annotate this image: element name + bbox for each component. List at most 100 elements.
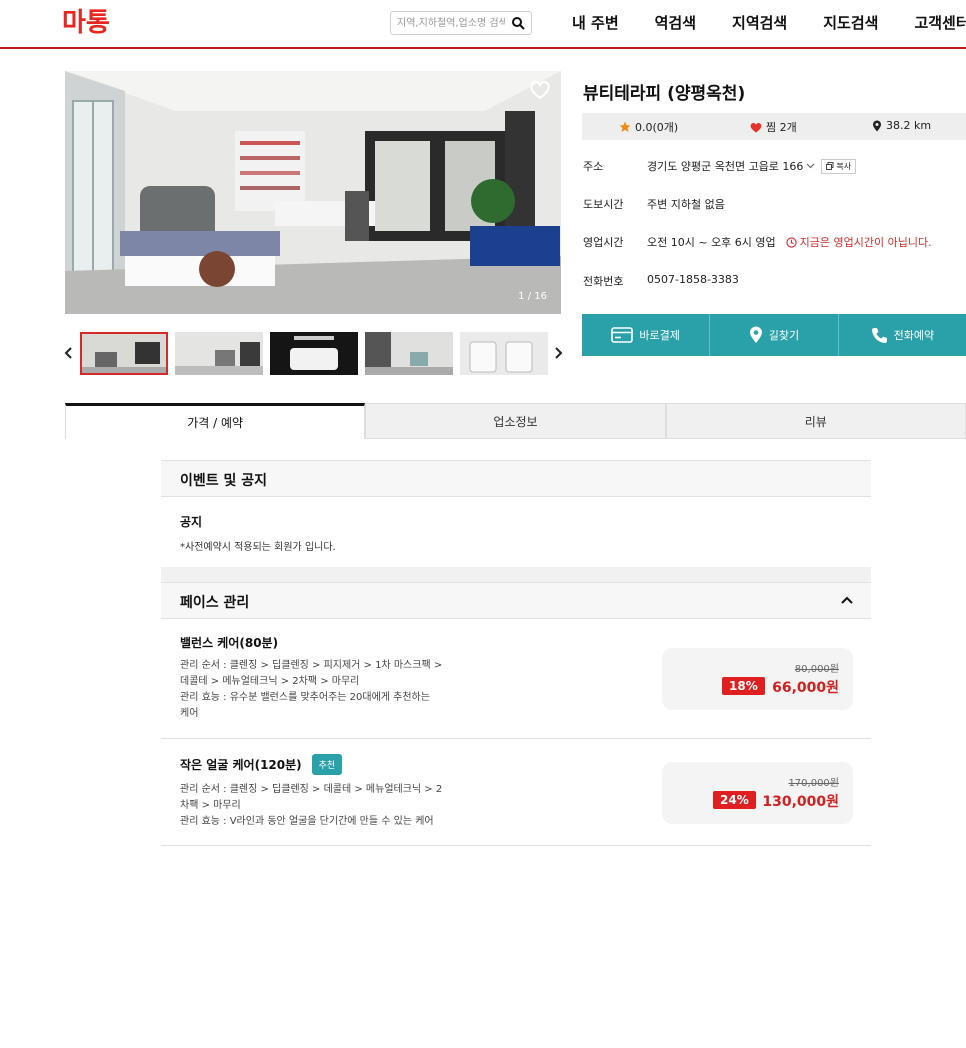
- hours-row: 영업시간 오전 10시 ~ 오후 6시 영업 지금은 영업시간이 아닙니다.: [583, 234, 966, 254]
- recommend-badge: 추천: [311, 754, 343, 775]
- service-desc-1-line-2: 데콜테 > 메뉴얼테크닉 > 2차팩 > 마무리: [180, 676, 360, 687]
- hours-label: 영업시간: [583, 236, 624, 249]
- copy-address-button[interactable]: 복사: [821, 158, 857, 174]
- section-spacer: [161, 567, 871, 583]
- item-divider: [161, 738, 871, 739]
- star-icon: [619, 121, 631, 132]
- service-desc-1-line-4: 케어: [180, 708, 199, 719]
- detail-tabs: 가격 / 예약 업소정보 리뷰: [65, 403, 966, 439]
- tab-price-reservation[interactable]: 가격 / 예약: [65, 403, 366, 439]
- nav-region-search[interactable]: 지역검색: [732, 12, 787, 33]
- next-arrow-icon[interactable]: [553, 347, 563, 359]
- final-price-1: 66,000원: [772, 680, 839, 696]
- directions-label: 길찾기: [768, 329, 800, 342]
- service-name-1: 밸런스 케어(80분): [180, 634, 278, 651]
- walk-row: 도보시간 주변 지하철 없음: [583, 196, 966, 216]
- thumbnail-5[interactable]: [460, 332, 548, 375]
- hours-value-wrap: 오전 10시 ~ 오후 6시 영업 지금은 영업시간이 아닙니다.: [647, 234, 932, 250]
- service-desc-1-line-3: 관리 효능 : 유수분 밸런스를 맞추어주는 20대에게 추천하는: [180, 692, 430, 703]
- search-icon[interactable]: [511, 16, 525, 30]
- rating-value: 0.0(0개): [635, 121, 679, 134]
- matong-logo[interactable]: 마통: [62, 6, 120, 38]
- service-desc-1-line-1: 관리 순서 : 클렌징 > 딥클렌징 > 피지제거 > 1차 마스크팩 >: [180, 660, 443, 671]
- tab-reviews[interactable]: 리뷰: [665, 403, 966, 439]
- notice-section-header: 이벤트 및 공지: [161, 460, 871, 497]
- phone-reserve-button[interactable]: 전화예약: [838, 314, 966, 356]
- favorite-heart-icon[interactable]: [529, 79, 551, 101]
- search-input[interactable]: [397, 15, 505, 31]
- location-pin-icon: [873, 120, 881, 131]
- bottom-divider: [161, 845, 871, 846]
- main-nav: 내 주변 역검색 지역검색 지도검색 고객센터: [572, 12, 966, 33]
- walk-label: 도보시간: [583, 198, 624, 211]
- heart-icon: [750, 122, 762, 132]
- shop-stats-bar: 0.0(0개) 찜 2개 38.2 km: [582, 113, 966, 140]
- phone-icon: [871, 327, 887, 343]
- thumbnail-1[interactable]: [80, 332, 168, 375]
- menu-section-header[interactable]: 페이스 관리: [161, 582, 871, 619]
- distance-value: 38.2 km: [886, 119, 932, 132]
- hours-value: 오전 10시 ~ 오후 6시 영업: [647, 236, 776, 249]
- closed-notice: 지금은 영업시간이 아닙니다.: [786, 234, 932, 250]
- card-icon: [611, 327, 634, 343]
- service-name-2-text: 작은 얼굴 케어(120분): [180, 758, 302, 772]
- service-desc-2-line-3: 관리 효능 : V라인과 동안 얼굴을 단기간에 만들 수 있는 케어: [180, 816, 434, 827]
- original-price-1: 80,000원: [794, 664, 839, 675]
- thumbnail-strip: [64, 332, 563, 375]
- nav-station-search[interactable]: 역검색: [655, 12, 696, 33]
- map-pin-icon: [749, 326, 762, 343]
- likes-value: 찜 2개: [766, 121, 797, 134]
- chevron-down-icon[interactable]: [806, 163, 815, 169]
- clock-icon: [786, 236, 797, 248]
- menu-section-title: 페이스 관리: [180, 595, 250, 611]
- nav-nearby[interactable]: 내 주변: [572, 12, 619, 33]
- tab-shop-info[interactable]: 업소정보: [365, 403, 666, 439]
- price-box-2[interactable]: 170,000원 24% 130,000원: [662, 762, 853, 824]
- directions-button[interactable]: 길찾기: [710, 314, 839, 356]
- pay-now-button[interactable]: 바로결제: [582, 314, 711, 356]
- walk-value: 주변 지하철 없음: [647, 198, 725, 211]
- photo-counter: 1 / 16: [518, 291, 547, 302]
- pay-now-label: 바로결제: [639, 329, 680, 342]
- copy-icon: [826, 162, 834, 170]
- service-desc-2-line-2: 차팩 > 마무리: [180, 800, 241, 811]
- address-value: 경기도 양평군 옥천면 고읍로 166: [647, 160, 804, 173]
- thumbnail-3[interactable]: [270, 332, 358, 375]
- phone-value[interactable]: 0507-1858-3383: [647, 273, 739, 286]
- original-price-2: 170,000원: [788, 778, 839, 789]
- shop-title: 뷰티테라피 (양평옥천): [583, 84, 746, 104]
- thumbnail-4[interactable]: [365, 332, 453, 375]
- nav-map-search[interactable]: 지도검색: [823, 12, 878, 33]
- address-label: 주소: [583, 160, 604, 173]
- main-photo[interactable]: 1 / 16: [65, 71, 561, 314]
- search-box: [390, 11, 532, 35]
- phone-label: 전화번호: [583, 275, 624, 288]
- discount-badge-2: 24%: [713, 791, 756, 809]
- final-price-2: 130,000원: [762, 794, 839, 810]
- price-box-1[interactable]: 80,000원 18% 66,000원: [662, 648, 853, 710]
- thumbnail-2[interactable]: [175, 332, 263, 375]
- chevron-up-icon[interactable]: [841, 596, 853, 604]
- distance-stat: 38.2 km: [872, 119, 931, 132]
- prev-arrow-icon[interactable]: [64, 347, 74, 359]
- phone-reserve-label: 전화예약: [893, 329, 935, 342]
- service-desc-2-line-1: 관리 순서 : 클렌징 > 딥클렌징 > 데콜테 > 메뉴얼테크닉 > 2: [180, 784, 443, 795]
- service-desc-1: 관리 순서 : 클렌징 > 딥클렌징 > 피지제거 > 1차 마스크팩 > 데콜…: [180, 658, 480, 722]
- service-name-2: 작은 얼굴 케어(120분) 추천: [180, 754, 343, 775]
- discount-badge-1: 18%: [722, 677, 765, 695]
- top-header: 마통 내 주변 역검색 지역검색 지도검색 고객센터: [0, 0, 966, 49]
- notice-section-title: 이벤트 및 공지: [180, 473, 268, 489]
- action-buttons: 바로결제 길찾기 전화예약: [582, 314, 966, 356]
- service-name-1-text: 밸런스 케어(80분): [180, 636, 279, 650]
- copy-label: 복사: [836, 161, 852, 171]
- service-desc-2: 관리 순서 : 클렌징 > 딥클렌징 > 데콜테 > 메뉴얼테크닉 > 2 차팩…: [180, 782, 480, 830]
- notice-body: *사전예약시 적용되는 회원가 입니다.: [180, 542, 336, 553]
- rating-stat: 0.0(0개): [619, 119, 678, 135]
- nav-customer-center[interactable]: 고객센터: [914, 12, 966, 33]
- notice-title: 공지: [180, 515, 203, 529]
- salon-interior-image: [65, 71, 561, 314]
- likes-stat[interactable]: 찜 2개: [750, 119, 797, 135]
- logo-text: 마통: [62, 8, 110, 38]
- phone-row: 전화번호 0507-1858-3383: [583, 273, 966, 293]
- address-value-wrap: 경기도 양평군 옥천면 고읍로 166 복사: [647, 158, 857, 174]
